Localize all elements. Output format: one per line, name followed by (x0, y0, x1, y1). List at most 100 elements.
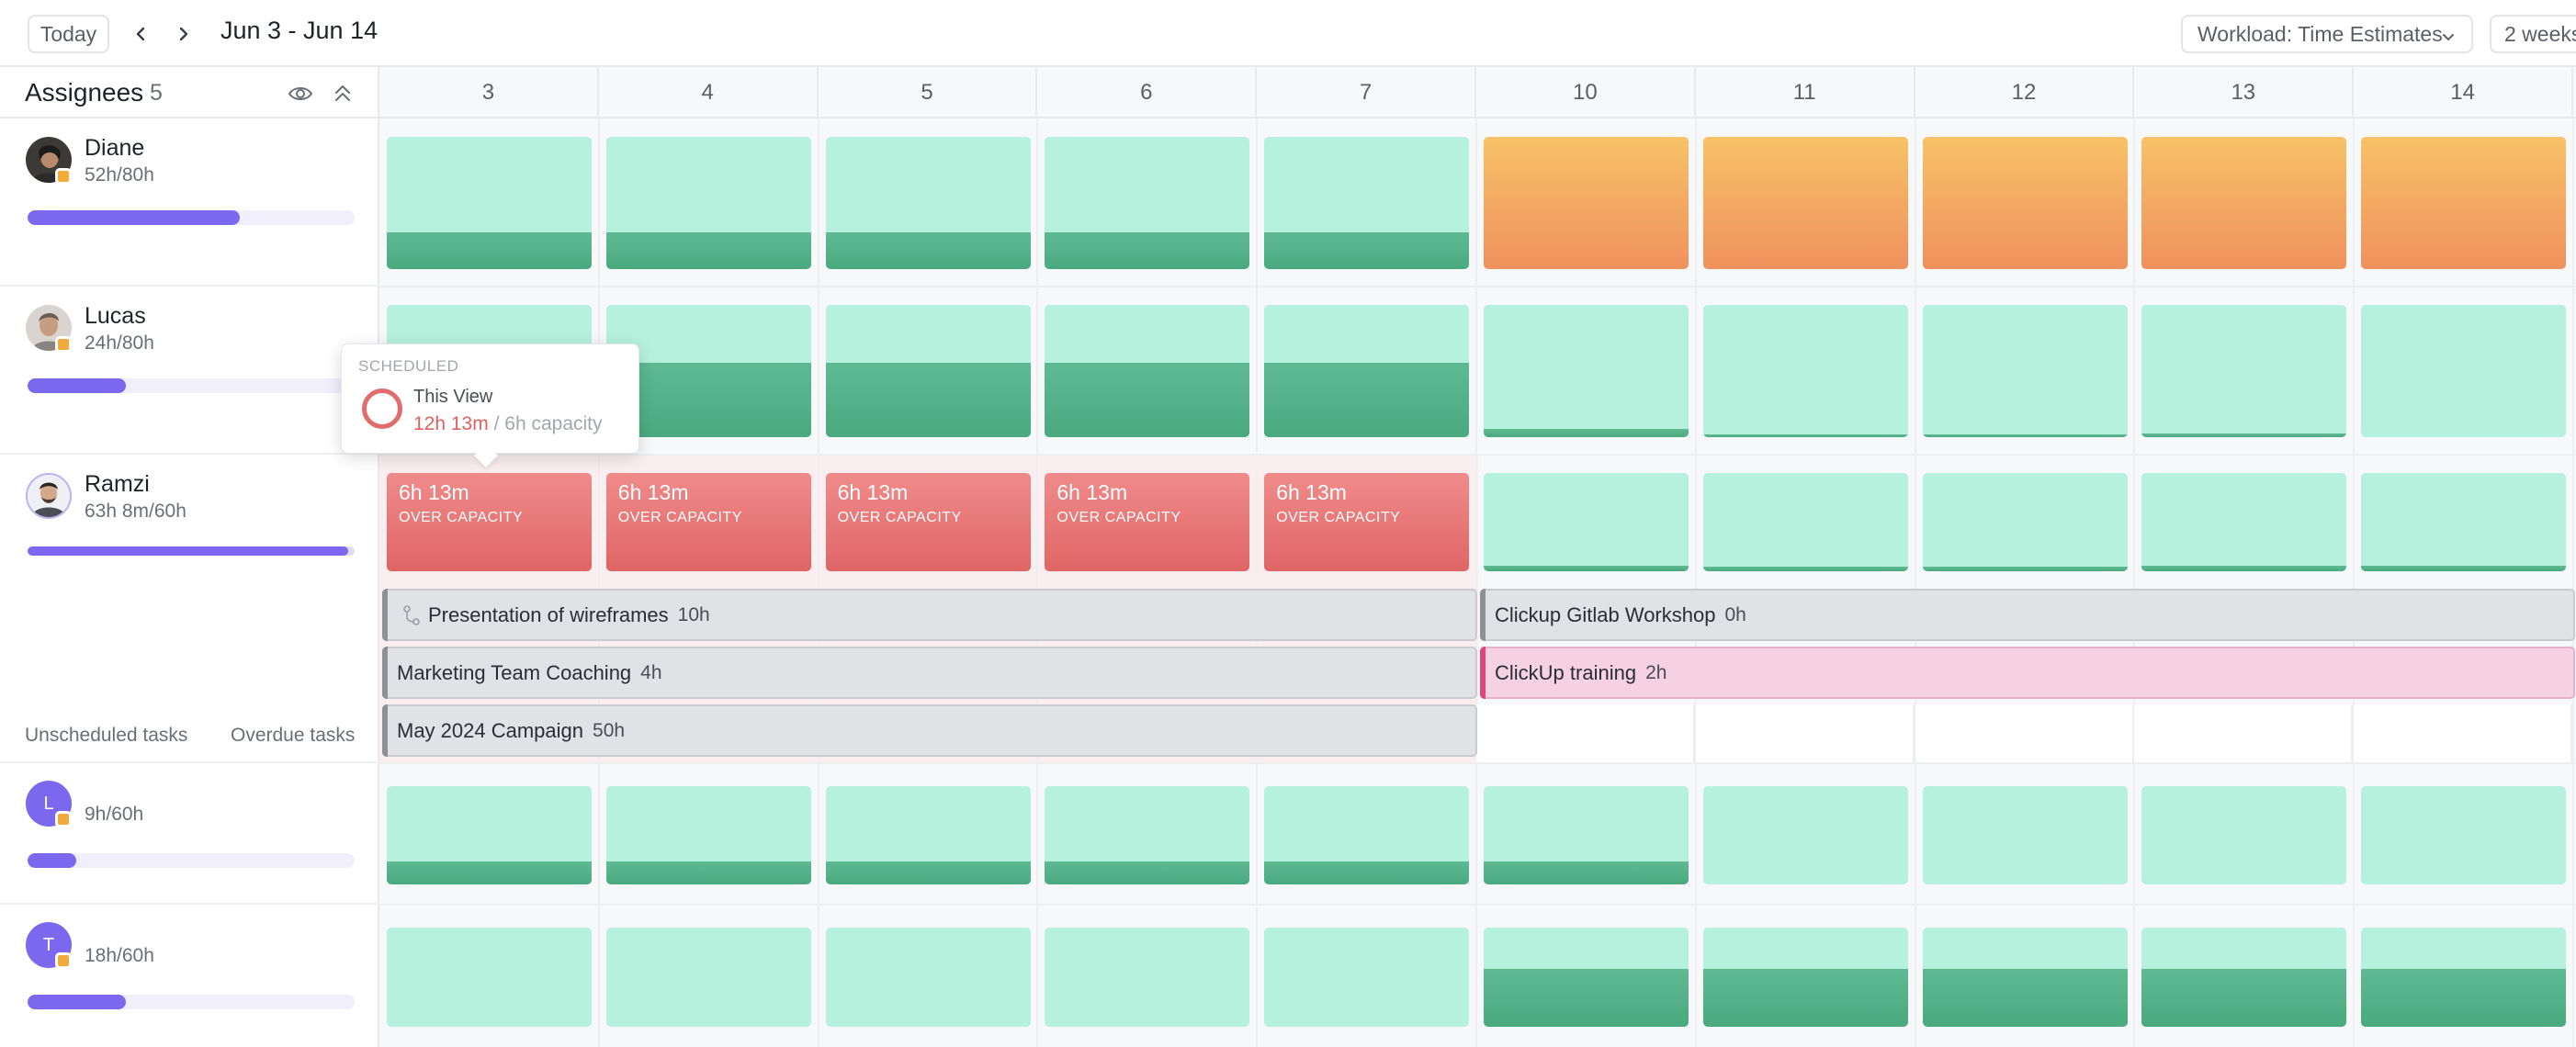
assignees-count: 5 (150, 80, 163, 106)
capacity-cell[interactable] (1045, 137, 1250, 269)
collapse-all-icon[interactable] (329, 80, 356, 107)
task-bar[interactable]: ClickUp training 2h (1480, 647, 2575, 699)
column-divider (1256, 118, 1259, 1047)
over-capacity-cell[interactable] (2361, 137, 2567, 269)
next-period-button[interactable] (167, 18, 198, 50)
capacity-cell[interactable] (825, 786, 1031, 884)
capacity-cell[interactable] (387, 137, 592, 269)
capacity-tooltip: SCHEDULED This View 12h 13m / 6h capacit… (341, 343, 639, 467)
row-divider (379, 762, 2576, 764)
capacity-cell[interactable] (1264, 305, 1470, 437)
capacity-cell[interactable] (605, 786, 811, 884)
scheduled-hours: 6h 13m (1276, 480, 1347, 504)
capacity-cell[interactable] (2361, 305, 2567, 437)
over-capacity-cell[interactable] (2141, 137, 2347, 269)
assignee-row-l[interactable]: L 9h/60h (0, 763, 379, 905)
capacity-cell[interactable] (1264, 928, 1470, 1027)
over-capacity-cell[interactable]: 6h 13m OVER CAPACITY (1045, 473, 1250, 571)
assignee-row-diane[interactable]: Diane 52h/80h (0, 118, 379, 287)
over-capacity-cell[interactable] (1702, 137, 1908, 269)
capacity-cell[interactable] (1045, 928, 1250, 1027)
capacity-cell[interactable] (605, 137, 811, 269)
capacity-cell[interactable] (1264, 786, 1470, 884)
over-capacity-cell[interactable] (1922, 137, 2128, 269)
over-capacity-cell[interactable]: 6h 13m OVER CAPACITY (387, 473, 592, 571)
capacity-cell[interactable] (1484, 473, 1689, 571)
capacity-cell[interactable] (2141, 928, 2347, 1027)
capacity-separator: / (493, 413, 500, 434)
unscheduled-tasks-link[interactable]: Unscheduled tasks (25, 725, 187, 747)
row-divider (379, 286, 2576, 287)
task-color-bar (382, 647, 388, 699)
assignees-title: Assignees (25, 78, 144, 107)
capacity-fill (1922, 566, 2128, 571)
assignee-row-t[interactable]: T 18h/60h (0, 905, 379, 1047)
capacity-cell[interactable] (2141, 305, 2347, 437)
task-bar[interactable]: Marketing Team Coaching 4h (382, 647, 1477, 699)
assignee-row-ramzi[interactable]: Ramzi 63h 8m/60h (0, 455, 379, 763)
capacity-cell[interactable] (2361, 786, 2567, 884)
capacity-hours: 6h capacity (504, 413, 603, 434)
eye-icon[interactable] (287, 80, 314, 107)
day-header: 10 (1476, 67, 1696, 118)
capacity-cell[interactable] (1922, 473, 2128, 571)
task-color-bar (1480, 647, 1486, 699)
capacity-fill (1045, 861, 1250, 884)
capacity-ring-icon (362, 388, 402, 429)
capacity-cell[interactable] (2141, 786, 2347, 884)
capacity-cell[interactable] (387, 786, 592, 884)
capacity-cell[interactable] (1922, 786, 2128, 884)
capacity-cell[interactable] (1484, 928, 1689, 1027)
capacity-cell[interactable] (1702, 305, 1908, 437)
status-badge (55, 811, 72, 827)
assignee-hours: 63h 8m/60h (85, 501, 186, 522)
task-name: Clickup Gitlab Workshop (1495, 602, 1716, 626)
capacity-cell[interactable] (825, 305, 1031, 437)
task-bar[interactable]: May 2024 Campaign 50h (382, 704, 1477, 757)
capacity-progress-fill (28, 995, 126, 1009)
period-select[interactable]: 2 weeks (2490, 15, 2576, 53)
previous-period-button[interactable] (126, 18, 157, 50)
day-header: 5 (819, 67, 1038, 118)
over-capacity-cell[interactable]: 6h 13m OVER CAPACITY (825, 473, 1031, 571)
capacity-cell[interactable] (1045, 786, 1250, 884)
capacity-cell[interactable] (825, 137, 1031, 269)
workload-grid: 3 4 5 6 7 10 11 12 13 14 6h 13m OVER CAPACITY 6h 13… (379, 67, 2576, 1047)
tooltip-capacity: 12h 13m / 6h capacity (413, 413, 603, 435)
capacity-cell[interactable] (1484, 786, 1689, 884)
workload-select-label: Workload: Time Estimates (2198, 21, 2443, 46)
capacity-cell[interactable] (1045, 305, 1250, 437)
capacity-cell[interactable] (605, 928, 811, 1027)
capacity-cell[interactable] (1264, 137, 1470, 269)
capacity-cell[interactable] (825, 928, 1031, 1027)
capacity-cell[interactable] (2361, 928, 2567, 1027)
capacity-cell[interactable] (2361, 473, 2567, 571)
overdue-tasks-link[interactable]: Overdue tasks (231, 725, 355, 747)
capacity-cell[interactable] (1702, 928, 1908, 1027)
task-name: Marketing Team Coaching (397, 660, 632, 684)
date-range-title: Jun 3 - Jun 14 (220, 17, 378, 44)
over-capacity-cell[interactable]: 6h 13m OVER CAPACITY (605, 473, 811, 571)
column-divider (2353, 118, 2356, 1047)
capacity-cell[interactable] (1484, 305, 1689, 437)
assignee-row-lucas[interactable]: Lucas 24h/80h (0, 287, 379, 455)
capacity-cell[interactable] (1702, 473, 1908, 571)
today-button[interactable]: Today (28, 15, 109, 53)
capacity-cell[interactable] (1922, 928, 2128, 1027)
task-bar[interactable]: Clickup Gitlab Workshop 0h (1480, 589, 2575, 641)
empty-day-cell (2354, 704, 2573, 762)
capacity-cell[interactable] (387, 928, 592, 1027)
capacity-progress-bar (28, 210, 355, 225)
workload-select[interactable]: Workload: Time Estimates (2181, 15, 2473, 53)
capacity-cell[interactable] (1702, 786, 1908, 884)
day-header: 14 (2354, 67, 2573, 118)
assignees-panel: Assignees 5 Diane 52h/80h Lucas 24h/80h … (0, 67, 379, 1047)
capacity-progress-fill (28, 378, 126, 393)
over-capacity-cell[interactable]: 6h 13m OVER CAPACITY (1264, 473, 1470, 571)
capacity-cell[interactable] (1922, 305, 2128, 437)
capacity-fill (605, 861, 811, 884)
capacity-cell[interactable] (2141, 473, 2347, 571)
over-capacity-label: OVER CAPACITY (1056, 510, 1181, 525)
task-bar[interactable]: Presentation of wireframes 10h (382, 589, 1477, 641)
over-capacity-cell[interactable] (1484, 137, 1689, 269)
